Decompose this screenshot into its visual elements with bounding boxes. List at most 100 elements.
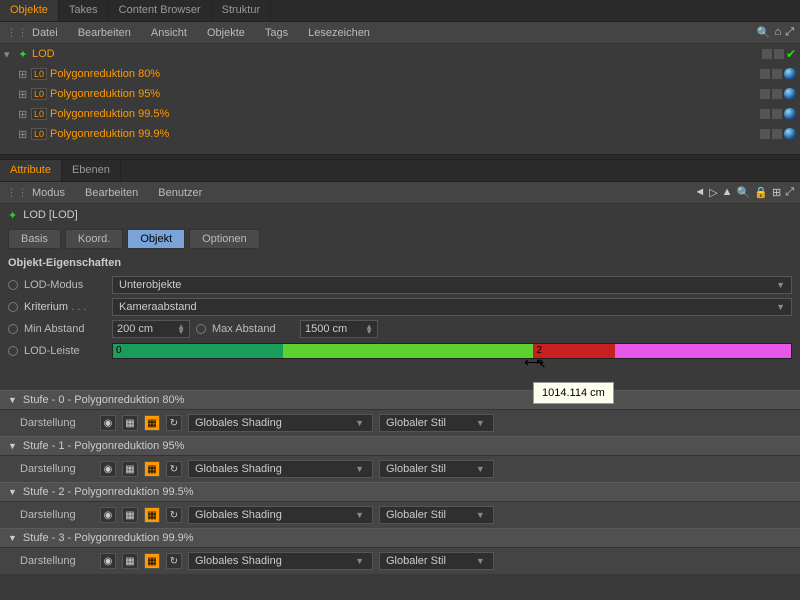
anim-dot-icon[interactable]	[8, 346, 18, 356]
stil-select[interactable]: Globaler Stil▼	[379, 460, 494, 478]
kriterium-select[interactable]: Kameraabstand ▼	[112, 298, 792, 316]
shading-icon[interactable]: ▦	[144, 553, 160, 569]
display-mode-icon[interactable]: ◉	[100, 507, 116, 523]
search-icon[interactable]: 🔍	[737, 186, 751, 199]
display-mode-icon[interactable]: ◉	[100, 461, 116, 477]
panel-grip-icon[interactable]: ⋮⋮	[6, 26, 18, 39]
panel-grip-icon[interactable]: ⋮⋮	[6, 186, 18, 199]
tab-takes[interactable]: Takes	[59, 0, 109, 21]
layer-toggle-icon[interactable]	[760, 109, 770, 119]
refresh-icon[interactable]: ↻	[166, 415, 182, 431]
expand-icon[interactable]: ⊞	[18, 128, 28, 141]
shading-icon[interactable]: ▦	[144, 415, 160, 431]
tab-ebenen[interactable]: Ebenen	[62, 160, 121, 181]
nav-back-icon[interactable]: ◄	[694, 186, 705, 199]
visibility-toggle-icon[interactable]	[772, 89, 782, 99]
menu-bearbeiten[interactable]: Bearbeiten	[68, 25, 141, 41]
tree-item-label[interactable]: LOD	[32, 48, 55, 60]
tree-item-label[interactable]: Polygonreduktion 99.9%	[50, 128, 169, 140]
tree-row-child[interactable]: ⊞ L0 Polygonreduktion 99.9%	[0, 124, 800, 144]
display-mode-icon[interactable]: ◉	[100, 553, 116, 569]
tree-item-label[interactable]: Polygonreduktion 95%	[50, 88, 160, 100]
menu-tags[interactable]: Tags	[255, 25, 298, 41]
anim-dot-icon[interactable]	[8, 280, 18, 290]
render-mode-icon[interactable]: ▦	[122, 553, 138, 569]
tree-item-label[interactable]: Polygonreduktion 99.5%	[50, 108, 169, 120]
shading-select[interactable]: Globales Shading▼	[188, 460, 373, 478]
refresh-icon[interactable]: ↻	[166, 553, 182, 569]
tab-struktur[interactable]: Struktur	[212, 0, 272, 21]
expand-icon[interactable]: ⤢	[785, 186, 794, 199]
shading-select[interactable]: Globales Shading▼	[188, 414, 373, 432]
stufe-header[interactable]: ▼Stufe - 3 - Polygonreduktion 99.9%	[0, 528, 800, 548]
subtab-objekt[interactable]: Objekt	[127, 229, 185, 249]
stil-select[interactable]: Globaler Stil▼	[379, 414, 494, 432]
shading-select[interactable]: Globales Shading▼	[188, 552, 373, 570]
tree-row-child[interactable]: ⊞ L0 Polygonreduktion 80%	[0, 64, 800, 84]
refresh-icon[interactable]: ↻	[166, 461, 182, 477]
expand-icon[interactable]: ⊞	[18, 108, 28, 121]
menu-ansicht[interactable]: Ansicht	[141, 25, 197, 41]
sphere-tag-icon[interactable]	[784, 128, 796, 140]
tree-row-child[interactable]: ⊞ L0 Polygonreduktion 95%	[0, 84, 800, 104]
tree-row-child[interactable]: ⊞ L0 Polygonreduktion 99.5%	[0, 104, 800, 124]
shading-icon[interactable]: ▦	[144, 461, 160, 477]
render-mode-icon[interactable]: ▦	[122, 461, 138, 477]
tab-attribute[interactable]: Attribute	[0, 160, 62, 181]
menu-modus[interactable]: Modus	[22, 185, 75, 201]
anim-dot-icon[interactable]	[8, 302, 18, 312]
menu-lesezeichen[interactable]: Lesezeichen	[298, 25, 380, 41]
visibility-toggle-icon[interactable]	[772, 69, 782, 79]
stil-select[interactable]: Globaler Stil▼	[379, 506, 494, 524]
stufe-header[interactable]: ▼Stufe - 2 - Polygonreduktion 99.5%	[0, 482, 800, 502]
expand-icon[interactable]: ⊞	[18, 88, 28, 101]
shading-select[interactable]: Globales Shading▼	[188, 506, 373, 524]
spinner-icon[interactable]: ▲▼	[177, 324, 185, 334]
tab-content-browser[interactable]: Content Browser	[109, 0, 212, 21]
collapse-triangle-icon[interactable]: ▼	[8, 441, 17, 451]
expand-icon[interactable]: ⤢	[785, 26, 794, 39]
lod-bar-segment[interactable]	[283, 344, 534, 358]
layer-toggle-icon[interactable]	[760, 89, 770, 99]
nav-fwd-icon[interactable]: ▷	[709, 186, 717, 199]
refresh-icon[interactable]: ↻	[166, 507, 182, 523]
lock-icon[interactable]: 🔒	[754, 186, 768, 199]
subtab-optionen[interactable]: Optionen	[189, 229, 260, 249]
menu-datei[interactable]: Datei	[22, 25, 68, 41]
collapse-triangle-icon[interactable]: ▼	[8, 533, 17, 543]
lod-bar-segment[interactable]: 2	[533, 344, 614, 358]
tree-row-root[interactable]: ▾ ✦ LOD ✔	[0, 44, 800, 64]
spinner-icon[interactable]: ▲▼	[365, 324, 373, 334]
search-icon[interactable]: 🔍	[757, 26, 771, 39]
subtab-koord[interactable]: Koord.	[65, 229, 123, 249]
collapse-triangle-icon[interactable]: ▼	[8, 395, 17, 405]
menu-bearbeiten[interactable]: Bearbeiten	[75, 185, 148, 201]
render-mode-icon[interactable]: ▦	[122, 415, 138, 431]
lod-bar-slider[interactable]: 02	[112, 343, 792, 359]
lod-modus-select[interactable]: Unterobjekte ▼	[112, 276, 792, 294]
menu-benutzer[interactable]: Benutzer	[148, 185, 212, 201]
menu-objekte[interactable]: Objekte	[197, 25, 255, 41]
lod-bar-segment[interactable]	[615, 344, 791, 358]
display-mode-icon[interactable]: ◉	[100, 415, 116, 431]
object-tree[interactable]: ▾ ✦ LOD ✔ ⊞ L0 Polygonreduktion 80% ⊞ L0…	[0, 44, 800, 154]
tree-item-label[interactable]: Polygonreduktion 80%	[50, 68, 160, 80]
layer-toggle-icon[interactable]	[760, 69, 770, 79]
lod-bar-segment[interactable]: 0	[113, 344, 283, 358]
nav-up-icon[interactable]: ▲	[722, 186, 733, 199]
max-abstand-input[interactable]: 1500 cm ▲▼	[300, 320, 378, 338]
stufe-header[interactable]: ▼Stufe - 1 - Polygonreduktion 95%	[0, 436, 800, 456]
collapse-icon[interactable]: ▾	[4, 48, 14, 61]
anim-dot-icon[interactable]	[196, 324, 206, 334]
sphere-tag-icon[interactable]	[784, 88, 796, 100]
visibility-toggle-icon[interactable]	[774, 49, 784, 59]
stil-select[interactable]: Globaler Stil▼	[379, 552, 494, 570]
shading-icon[interactable]: ▦	[144, 507, 160, 523]
render-mode-icon[interactable]: ▦	[122, 507, 138, 523]
layer-toggle-icon[interactable]	[760, 129, 770, 139]
stufe-header[interactable]: ▼Stufe - 0 - Polygonreduktion 80%	[0, 390, 800, 410]
home-icon[interactable]: ⌂	[775, 26, 782, 39]
layer-toggle-icon[interactable]	[762, 49, 772, 59]
new-window-icon[interactable]: ⊞	[772, 186, 781, 199]
visibility-toggle-icon[interactable]	[772, 109, 782, 119]
